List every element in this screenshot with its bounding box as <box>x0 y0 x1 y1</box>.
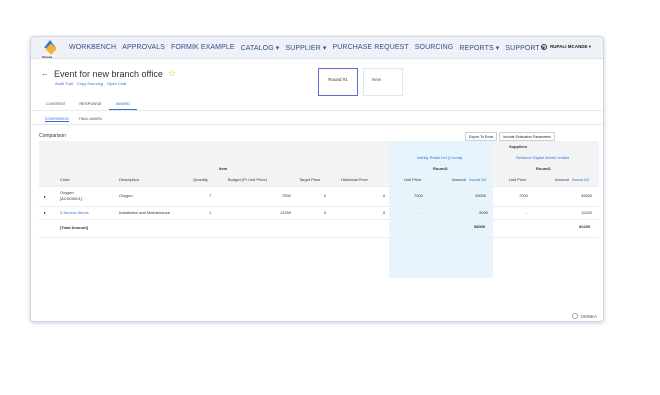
star-icon[interactable]: ☆ <box>168 68 176 79</box>
divider <box>31 124 603 125</box>
row-1-amount-2: 49000 <box>581 193 593 198</box>
col-unit-price-1: Unit Price <box>404 177 422 182</box>
user-icon <box>541 44 548 50</box>
footer-brand: OMNEA <box>572 313 597 319</box>
subtab-bar: COMPARISON FINAL AWARD <box>45 117 102 122</box>
col-description: Description <box>119 177 140 182</box>
nav-purchase-request[interactable]: PURCHASE REQUEST <box>333 44 409 52</box>
total-amount-label: [Total Amount] <box>60 225 88 230</box>
col-historical-price: Historical Price <box>341 177 368 182</box>
row-2-budget: 12250 <box>280 210 292 215</box>
row-1-historical: 0 <box>383 193 386 198</box>
top-navigation: Omnea WORKBENCH APPROVALS FORMIK EXAMPLE… <box>31 37 603 59</box>
total-amount-2: 60200 <box>579 224 591 229</box>
subtab-comparison[interactable]: COMPARISON <box>45 117 69 122</box>
supplier-2-round: Round1 <box>536 166 551 171</box>
row-1-code-id: [ACD00001] <box>60 196 82 201</box>
open-chat-link[interactable]: Open Chat <box>107 81 126 86</box>
supplier-1-round: Round1 <box>433 166 448 171</box>
app-window: Omnea WORKBENCH APPROVALS FORMIK EXAMPLE… <box>30 36 604 322</box>
suppliers-header: Suppliers <box>509 144 528 149</box>
row-1-quantity: 7 <box>209 193 212 198</box>
footer-brand-text: OMNEA <box>580 313 597 319</box>
award-all-1-link[interactable]: Award All <box>469 177 486 182</box>
row-2-unit-price-1: - <box>421 210 423 215</box>
col-budget: Budget (Pr Unit Price) <box>228 177 267 182</box>
nav-supplier[interactable]: SUPPLIER ▾ <box>285 44 326 52</box>
row-1-target: 0 <box>324 193 327 198</box>
nav-reports[interactable]: REPORTS ▾ <box>459 44 499 52</box>
audit-trail-link[interactable]: Audit Trail <box>55 81 73 86</box>
expand-row-1-icon[interactable]: ▸ <box>44 194 46 199</box>
row-1-unit-price-2: 7000 <box>519 193 528 198</box>
user-name: RUPALI MCANDE ▾ <box>550 44 591 49</box>
col-code: Code <box>60 177 70 182</box>
expand-row-2-icon[interactable]: ▸ <box>44 210 46 215</box>
export-excel-button[interactable]: Export To Excel <box>465 132 498 141</box>
col-amount-2: Amount <box>555 177 569 182</box>
row-2-amount-1: 9000 <box>479 210 488 215</box>
col-target-price: Target Price <box>299 177 321 182</box>
row-1-code: Oxygen <box>60 190 74 195</box>
brand-mark-icon <box>572 313 579 319</box>
row-2-amount-2: 11200 <box>581 210 592 215</box>
supplier-2-name[interactable]: Reliance Digital World Limited <box>516 155 569 160</box>
nav-approvals[interactable]: APPROVALS <box>122 44 165 52</box>
page-title: Event for new branch office <box>54 68 163 79</box>
supplier-1-name[interactable]: Infinity Retail Ltd (Croma) <box>417 155 462 160</box>
section-title: Comparison <box>39 133 66 139</box>
logo-text: Omnea <box>42 55 53 59</box>
award-all-2-link[interactable]: Award All <box>572 177 589 182</box>
nav-workbench[interactable]: WORKBENCH <box>69 44 116 52</box>
round-1-card[interactable]: Round #1 <box>318 68 358 96</box>
tab-response[interactable]: RESPONSE <box>72 101 108 110</box>
row-2-quantity: 1 <box>209 210 212 215</box>
nav-catalog[interactable]: CATALOG ▾ <box>241 44 280 52</box>
row-divider <box>39 219 599 220</box>
row-divider <box>39 186 599 187</box>
row-2-historical: 0 <box>383 210 386 215</box>
include-evaluation-button[interactable]: Include Evaluation Parameters <box>499 132 555 141</box>
total-amount-1: 58000 <box>474 224 486 229</box>
comparison-table: Suppliers Infinity Retail Ltd (Croma) Re… <box>39 141 599 281</box>
tab-award[interactable]: AWARD <box>108 101 138 110</box>
tab-bar: CONTENT RESPONSE AWARD <box>39 101 138 110</box>
divider <box>31 110 603 111</box>
tab-content[interactable]: CONTENT <box>39 101 72 110</box>
row-1-amount-1: 49000 <box>475 193 487 198</box>
col-unit-price-2: Unit Price <box>509 177 527 182</box>
row-1-budget: 7500 <box>282 193 291 198</box>
subtab-final-award[interactable]: FINAL AWARD <box>79 117 102 122</box>
page-header: ← Event for new branch office ☆ <box>41 68 176 79</box>
row-2-target: 0 <box>324 210 327 215</box>
supplier1-highlight <box>389 141 493 278</box>
row-2-code[interactable]: 3 Service Item/s <box>60 210 89 215</box>
col-amount-1: Amount <box>452 177 466 182</box>
new-round-card[interactable]: New <box>363 68 403 96</box>
header-links: Audit Trail Copy Sourcing Open Chat <box>55 81 126 86</box>
logo[interactable] <box>42 40 58 56</box>
back-arrow-icon[interactable]: ← <box>41 69 49 78</box>
row-2-description: Installation and Maintenance <box>119 210 170 215</box>
row-1-unit-price-1: 7000 <box>414 193 423 198</box>
copy-sourcing-link[interactable]: Copy Sourcing <box>77 81 103 86</box>
row-divider <box>39 237 599 238</box>
main-menu: WORKBENCH APPROVALS FORMIK EXAMPLE CATAL… <box>69 44 545 52</box>
nav-formik-example[interactable]: FORMIK EXAMPLE <box>171 44 235 52</box>
user-menu[interactable]: RUPALI MCANDE ▾ <box>541 44 591 50</box>
nav-sourcing[interactable]: SOURCING <box>415 44 454 52</box>
comparison-actions: Export To Excel Include Evaluation Param… <box>465 132 555 141</box>
row-divider <box>39 206 599 207</box>
nav-support[interactable]: SUPPORT ▾ <box>505 44 545 52</box>
col-quantity: Quantity <box>193 177 208 182</box>
row-1-description: Oxygen <box>119 193 133 198</box>
row-2-unit-price-2: - <box>526 210 528 215</box>
item-group-header: Item <box>219 166 228 171</box>
